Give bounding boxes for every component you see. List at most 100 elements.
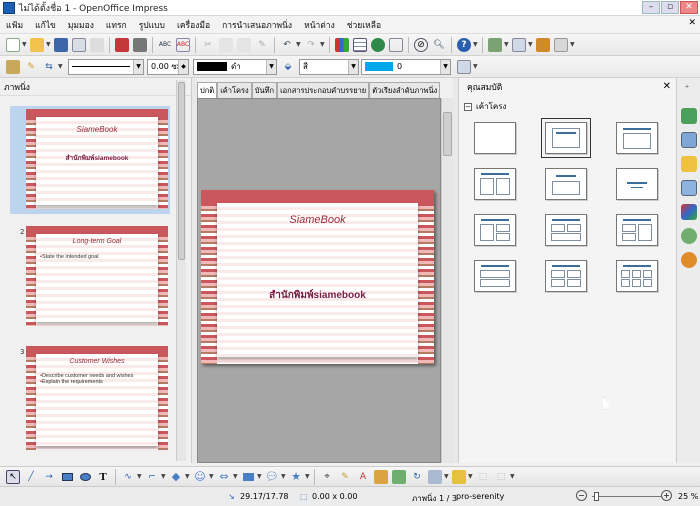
slide-thumbnail-selected[interactable]: SiameBook สำนักพิมพ์siamebook — [10, 106, 170, 214]
callouts-dropdown-icon[interactable]: ▼ — [281, 470, 287, 484]
layout-title-content[interactable] — [616, 122, 658, 154]
align-dropdown-icon[interactable]: ▼ — [444, 470, 450, 484]
arrow-style-dropdown-icon[interactable]: ▼ — [58, 60, 64, 74]
line-width-field[interactable]: 0.00 ซม. ◆ — [147, 58, 189, 75]
menu-insert[interactable]: แทรก — [106, 18, 127, 32]
slide-editor[interactable]: SiameBook สำนักพิมพ์siamebook — [197, 98, 441, 463]
extrusion-icon[interactable]: ⬚ — [476, 470, 490, 484]
callouts-icon[interactable]: 💬︎ — [265, 470, 279, 484]
line-tool-icon[interactable]: ╱ — [24, 470, 38, 484]
zoom-slider-handle[interactable] — [594, 492, 599, 501]
gallery-icon[interactable] — [681, 228, 697, 244]
ellipse-tool-icon[interactable] — [78, 470, 92, 484]
undo-dropdown-icon[interactable]: ▼ — [296, 38, 302, 52]
arrange-dropdown-icon[interactable]: ▼ — [468, 470, 474, 484]
editor-scrollbar[interactable] — [441, 98, 453, 463]
tab-normal[interactable]: ปกติ — [197, 82, 218, 98]
navigator-icon[interactable] — [681, 252, 697, 268]
new-document-icon[interactable] — [6, 37, 20, 52]
views-dropdown-icon[interactable]: ▼ — [504, 38, 510, 52]
layout-dropdown-icon[interactable]: ▼ — [528, 38, 534, 52]
arrow-line-tool-icon[interactable]: → — [42, 470, 56, 484]
stars-dropdown-icon[interactable]: ▼ — [305, 470, 311, 484]
help-icon[interactable]: ? — [457, 37, 471, 52]
layout-title-six-content[interactable] — [616, 260, 658, 292]
gallery-tool-icon[interactable] — [392, 469, 406, 484]
menu-window[interactable]: หน้าต่าง — [304, 18, 335, 32]
symbol-shapes-icon[interactable]: ☺ — [193, 470, 207, 484]
email-icon[interactable] — [72, 37, 86, 52]
menu-format[interactable]: รูปแบบ — [139, 18, 165, 32]
draw-functions-icon[interactable]: ⊘ — [414, 37, 428, 52]
layout-title-content-left-two-right[interactable] — [474, 214, 516, 246]
presentation-icon[interactable] — [554, 37, 568, 52]
chevron-down-icon[interactable]: ▼ — [440, 59, 450, 74]
chart-icon[interactable] — [335, 37, 349, 52]
tab-handout[interactable]: เอกสารประกอบคำบรรยาย — [277, 82, 370, 98]
layout-title-two-columns[interactable] — [474, 168, 516, 200]
points-icon[interactable]: ⌖ — [320, 470, 334, 484]
table-icon[interactable] — [353, 37, 367, 52]
arrange-icon[interactable] — [452, 469, 466, 484]
minimize-button[interactable]: – — [642, 1, 660, 14]
stars-icon[interactable]: ★ — [289, 470, 303, 484]
block-arrows-icon[interactable]: ⇔ — [217, 470, 231, 484]
slide-thumbnail-2[interactable]: Long-term Goal State the intended goal — [26, 226, 168, 326]
basic-shapes-icon[interactable]: ◆ — [169, 470, 183, 484]
menu-tools[interactable]: เครื่องมือ — [177, 18, 210, 32]
line-style-select[interactable]: ▼ — [68, 58, 144, 75]
layout-blank[interactable] — [474, 122, 516, 154]
arrow-style-icon[interactable]: ⇆ — [42, 60, 56, 74]
connector-dropdown-icon[interactable]: ▼ — [161, 470, 167, 484]
globe-icon[interactable] — [371, 37, 385, 52]
custom-animation-icon[interactable] — [681, 156, 697, 172]
new-dropdown-icon[interactable]: ▼ — [22, 38, 28, 52]
layout-title-only-centered[interactable] — [541, 118, 591, 158]
open-folder-icon[interactable] — [30, 37, 44, 52]
undo-icon[interactable]: ↶ — [280, 38, 294, 52]
block-arrows-dropdown-icon[interactable]: ▼ — [233, 470, 239, 484]
current-slide[interactable]: SiameBook สำนักพิมพ์siamebook — [201, 190, 434, 364]
chevron-down-icon[interactable]: ▼ — [133, 59, 143, 74]
tab-outline[interactable]: เค้าโครง — [217, 82, 252, 98]
layout-title-two-left-one-right[interactable] — [616, 214, 658, 246]
scrollbar-thumb[interactable] — [443, 112, 452, 156]
zoom-icon[interactable]: 🔍︎ — [432, 38, 446, 52]
flowchart-icon[interactable] — [241, 470, 255, 484]
menu-slideshow[interactable]: การนำเสนอภาพนิ่ง — [222, 18, 292, 32]
from-file-icon[interactable] — [374, 469, 388, 484]
slideshow-icon[interactable] — [536, 37, 550, 52]
curve-dropdown-icon[interactable]: ▼ — [137, 470, 143, 484]
redo-dropdown-icon[interactable]: ▼ — [320, 38, 326, 52]
tab-slide-sorter[interactable]: ตัวเรียงลำดับภาพนิ่ง — [369, 82, 441, 98]
slide-layout-icon[interactable] — [512, 37, 526, 52]
styles-icon[interactable] — [681, 204, 697, 220]
grid-icon[interactable] — [389, 37, 403, 52]
area-icon[interactable]: ⬙ — [281, 60, 295, 74]
layout-title-two-rows[interactable] — [474, 260, 516, 292]
line-color-select[interactable]: ดำ ▼ — [193, 58, 277, 75]
toggle-extrusion-icon[interactable]: ⬚ — [494, 470, 508, 484]
properties-deck-icon[interactable] — [681, 108, 697, 124]
menu-file[interactable]: แฟ้ม — [6, 18, 23, 32]
select-arrow-icon[interactable]: ↖ — [6, 469, 20, 484]
chevron-down-icon[interactable]: ▼ — [266, 59, 276, 74]
print-icon[interactable] — [133, 37, 147, 52]
menu-edit[interactable]: แก้ไข — [35, 18, 56, 32]
layout-title-four-content[interactable] — [545, 260, 587, 292]
text-tool-icon[interactable]: T — [96, 470, 110, 484]
layout-title-centered-text[interactable] — [545, 168, 587, 200]
cut-icon[interactable]: ✂ — [201, 38, 215, 52]
menu-help[interactable]: ช่วยเหลือ — [347, 18, 381, 32]
copy-icon[interactable] — [219, 37, 233, 52]
area-style-select[interactable]: สี ▼ — [299, 58, 359, 75]
zoom-slider-track[interactable] — [592, 496, 662, 497]
layouts-section-header[interactable]: − เค้าโครง — [464, 100, 506, 113]
slide-thumbnail-3[interactable]: Customer Wishes Describe customer needs … — [26, 346, 168, 450]
menu-view[interactable]: มุมมอง — [68, 18, 94, 32]
close-pane-icon[interactable]: ✕ — [663, 81, 671, 92]
paste-icon[interactable] — [237, 37, 251, 52]
line-style-icon[interactable] — [6, 59, 20, 74]
tab-notes[interactable]: บันทึก — [251, 82, 278, 98]
toolbar-options-icon[interactable]: ▼ — [473, 38, 479, 52]
